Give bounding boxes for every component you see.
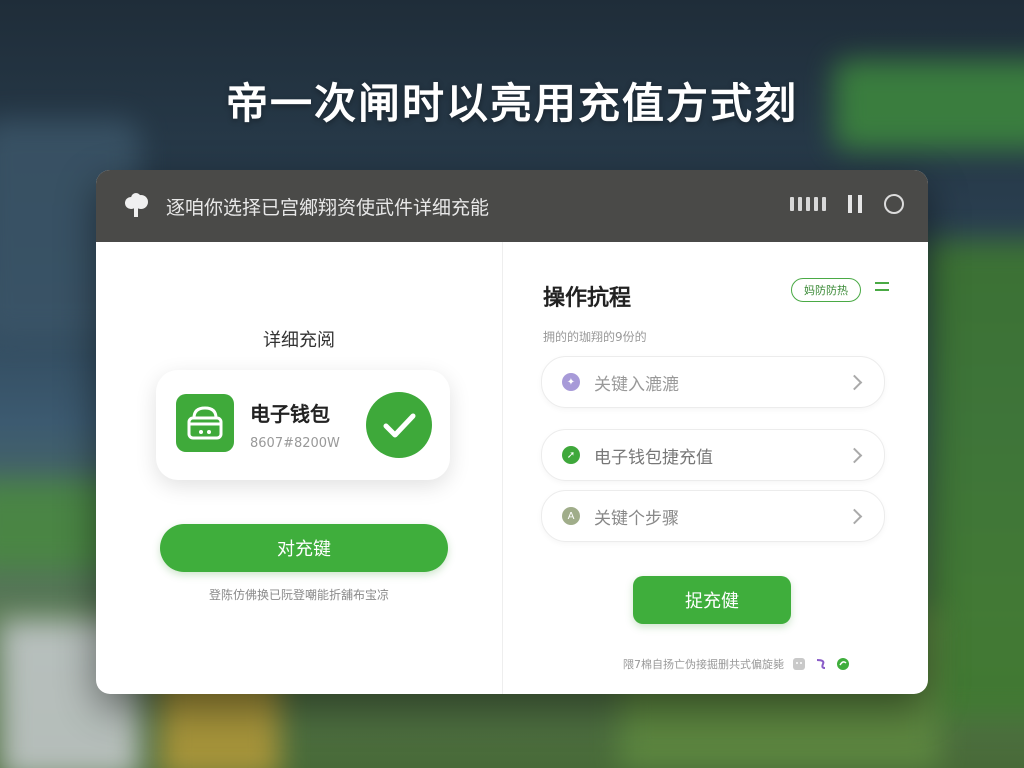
status-pill[interactable]: 妈防防热 bbox=[791, 278, 861, 302]
chevron-right-icon bbox=[846, 447, 863, 463]
footer-text: 隈7棉自扬亡伪接掘删共式偏旋毙 bbox=[623, 658, 784, 671]
steps-subtitle: 拥的的珈翔的9份的 bbox=[543, 330, 647, 344]
step-item-3[interactable]: A 关键个步骤 bbox=[541, 490, 885, 542]
section-title: 详细充阅 bbox=[263, 330, 335, 351]
wallet-option-card[interactable]: 电子钱包 8607#8200W bbox=[156, 370, 450, 480]
wallet-name: 电子钱包 bbox=[250, 402, 330, 426]
chevron-right-icon bbox=[846, 374, 863, 390]
dialog-title: 逐咱你选择已宫鄉翔资使武件详细充能 bbox=[166, 196, 490, 219]
wallet-basket-icon bbox=[176, 394, 234, 452]
steps-panel: 操作抗程 妈防防热 拥的的珈翔的9份的 ✦ 关键入漉漉 ➚ 电子钱包捷充值 A … bbox=[503, 242, 928, 694]
page-headline: 帝一次闸时以亮用充值方式刻 bbox=[225, 79, 798, 128]
step-1-icon: ✦ bbox=[562, 373, 580, 391]
leaf-icon[interactable] bbox=[836, 657, 850, 671]
payment-panel: 详细充阅 电子钱包 8607#8200W 对充键 登陈仿佛换已阮登嘲能折舖布宝凉 bbox=[96, 242, 503, 694]
swirl-icon[interactable] bbox=[814, 657, 828, 671]
menu-icon[interactable] bbox=[875, 282, 889, 296]
step-label: 电子钱包捷充值 bbox=[594, 447, 713, 468]
check-icon bbox=[366, 392, 432, 458]
face-icon[interactable] bbox=[792, 657, 806, 671]
close-circle-icon[interactable] bbox=[884, 194, 904, 214]
steps-title: 操作抗程 bbox=[543, 286, 632, 311]
recharge-button[interactable]: 对充键 bbox=[160, 524, 448, 572]
signal-icon[interactable] bbox=[790, 197, 826, 211]
step-item-2[interactable]: ➚ 电子钱包捷充值 bbox=[541, 429, 885, 481]
action-button[interactable]: 捉充健 bbox=[633, 576, 791, 624]
wallet-balance: 8607#8200W bbox=[250, 436, 340, 451]
step-label: 关键入漉漉 bbox=[594, 374, 679, 395]
recharge-dialog: 逐咱你选择已宫鄉翔资使武件详细充能 详细充阅 电子钱包 8607#8200W 对… bbox=[96, 170, 928, 694]
step-label: 关键个步骤 bbox=[594, 508, 679, 529]
dialog-titlebar: 逐咱你选择已宫鄉翔资使武件详细充能 bbox=[96, 170, 928, 242]
hint-text: 登陈仿佛换已阮登嘲能折舖布宝凉 bbox=[208, 588, 389, 602]
step-item-1[interactable]: ✦ 关键入漉漉 bbox=[541, 356, 885, 408]
step-2-icon: ➚ bbox=[562, 446, 580, 464]
chevron-right-icon bbox=[846, 508, 863, 524]
tree-logo-icon bbox=[125, 193, 148, 217]
footer-row: 隈7棉自扬亡伪接掘删共式偏旋毙 bbox=[623, 656, 850, 672]
step-3-icon: A bbox=[562, 507, 580, 525]
pause-icon[interactable] bbox=[848, 195, 862, 213]
